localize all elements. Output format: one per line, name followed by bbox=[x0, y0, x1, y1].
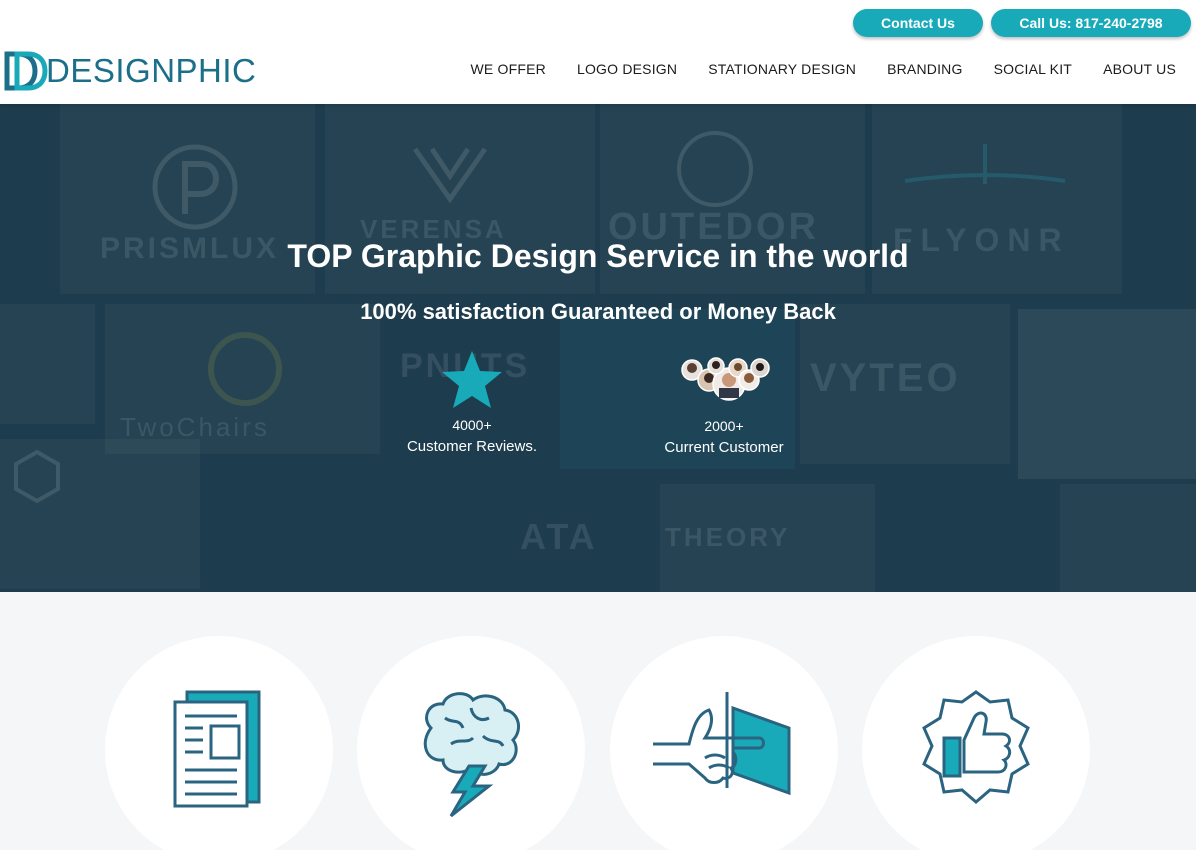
pointing-hand-icon bbox=[653, 692, 791, 796]
hero-subtitle: 100% satisfaction Guaranteed or Money Ba… bbox=[360, 299, 836, 324]
features-section bbox=[0, 592, 1196, 850]
nav-about-us[interactable]: ABOUT US bbox=[1103, 61, 1176, 77]
customers-count: 2000+ bbox=[704, 418, 744, 434]
customer-avatars-icon bbox=[681, 357, 770, 401]
nav-we-offer[interactable]: WE OFFER bbox=[471, 61, 546, 77]
nav-stationary-design[interactable]: STATIONARY DESIGN bbox=[708, 61, 856, 77]
hero-title: TOP Graphic Design Service in the world bbox=[287, 238, 909, 274]
reviews-stat: 4000+ Customer Reviews. bbox=[392, 349, 552, 459]
customers-label: Current Customer bbox=[664, 439, 784, 456]
bg-v-logo-icon bbox=[412, 147, 488, 204]
star-icon bbox=[442, 351, 502, 408]
bg-d-logo-icon bbox=[208, 332, 282, 406]
logo-text: DESIGNPHIC bbox=[46, 52, 257, 89]
bg-p-logo-icon bbox=[152, 144, 238, 230]
brain-lightning-icon bbox=[423, 692, 521, 818]
bg-tile bbox=[1060, 484, 1196, 592]
customers-stat: 2000+ Current Customer bbox=[644, 356, 804, 460]
reviews-label: Customer Reviews. bbox=[406, 438, 538, 455]
site-header: Contact Us Call Us: 817-240-2798 DESIGNP… bbox=[0, 0, 1196, 104]
bg-logo-word: TwoChairs bbox=[120, 412, 270, 442]
bg-plane-logo-icon bbox=[904, 144, 1066, 184]
main-nav: WE OFFER LOGO DESIGN STATIONARY DESIGN B… bbox=[440, 61, 1177, 77]
hero-section: PRISMLUX VERENSA OUTEDOR FLYONR PNUTS VY… bbox=[0, 104, 1196, 592]
nav-social-kit[interactable]: SOCIAL KIT bbox=[994, 61, 1073, 77]
contact-us-button[interactable]: Contact Us bbox=[853, 9, 983, 37]
call-us-button[interactable]: Call Us: 817-240-2798 bbox=[991, 9, 1191, 37]
logo-dd-icon bbox=[4, 51, 48, 91]
thumbs-up-badge-icon bbox=[922, 690, 1030, 804]
feature-card-document bbox=[105, 636, 333, 850]
feature-card-thumbs-up bbox=[862, 636, 1090, 850]
bg-logo-word: ATA bbox=[520, 516, 598, 557]
feature-card-brain bbox=[357, 636, 585, 850]
nav-logo-design[interactable]: LOGO DESIGN bbox=[577, 61, 677, 77]
bg-logo-word: THEORY bbox=[665, 522, 791, 552]
bg-hex-logo-icon bbox=[14, 449, 60, 504]
site-logo[interactable]: DESIGNPHIC bbox=[4, 50, 256, 92]
bg-tile bbox=[1018, 309, 1196, 479]
bg-logo-word: VYTEO bbox=[810, 356, 961, 400]
document-icon bbox=[173, 690, 261, 808]
nav-branding[interactable]: BRANDING bbox=[887, 61, 963, 77]
bg-city-logo-icon bbox=[677, 131, 753, 207]
reviews-count: 4000+ bbox=[452, 417, 492, 433]
feature-card-pointer bbox=[610, 636, 838, 850]
